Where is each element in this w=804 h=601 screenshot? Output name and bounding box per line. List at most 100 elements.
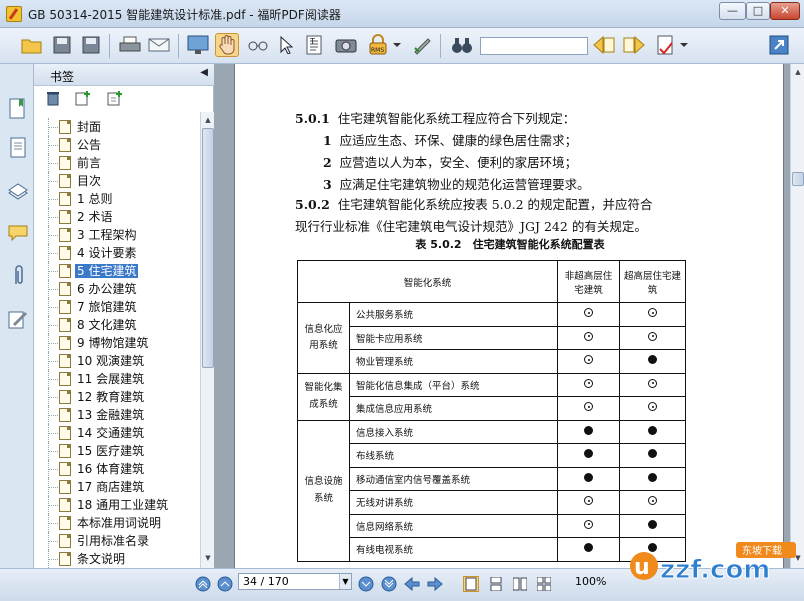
scroll-up-icon[interactable]: ▲ [792,66,804,78]
previous-page-icon[interactable] [217,576,233,592]
sign-pen-icon[interactable] [410,33,434,57]
bookmark-item[interactable]: 封面 [34,118,200,136]
bookmark-item[interactable]: 5 住宅建筑 [34,262,200,280]
document-scrollbar[interactable]: ▲ ▼ [790,64,804,568]
bookmark-label: 封面 [77,120,102,134]
panel-scrollbar[interactable]: ▲ ▼ [200,112,214,568]
bookmark-page-icon [59,174,71,188]
bookmark-item[interactable]: 2 术语 [34,208,200,226]
text-viewer-icon[interactable]: T [302,33,326,57]
email-icon[interactable] [147,33,171,57]
bookmark-item[interactable]: 14 交通建筑 [34,424,200,442]
bookmark-item[interactable]: 引用标准名录 [34,532,200,550]
chevron-down-icon[interactable] [679,33,689,57]
pointer-icon[interactable] [274,33,298,57]
add-child-bookmark-icon[interactable] [106,89,124,107]
scroll-thumb[interactable] [792,172,804,186]
search-input[interactable] [480,37,588,55]
bookmark-item[interactable]: 15 医疗建筑 [34,442,200,460]
bookmark-item[interactable]: 3 工程架构 [34,226,200,244]
bookmark-item[interactable]: 12 教育建筑 [34,388,200,406]
bookmarks-panel-icon[interactable] [8,98,28,120]
last-page-icon[interactable] [381,576,397,592]
collapse-panel-icon[interactable]: ◀ [200,67,208,78]
bookmark-page-icon [59,282,71,296]
close-button[interactable]: ✕ [770,2,800,20]
bookmark-page-icon [59,390,71,404]
search-options-icon[interactable] [654,33,678,57]
signatures-panel-icon[interactable] [8,308,28,330]
bookmark-page-icon [59,480,71,494]
single-page-view-icon[interactable] [463,576,479,592]
find-previous-icon[interactable] [592,33,616,57]
bookmark-label: 7 旅馆建筑 [77,300,137,314]
bookmark-item[interactable]: 9 博物馆建筑 [34,334,200,352]
binoculars-icon[interactable] [450,33,474,57]
bookmark-item[interactable]: 条文说明 [34,550,200,568]
scroll-down-icon[interactable]: ▼ [202,552,214,564]
bookmark-item[interactable]: 4 设计要素 [34,244,200,262]
bookmark-item[interactable]: 本标准用词说明 [34,514,200,532]
bookmark-item[interactable]: 16 体育建筑 [34,460,200,478]
select-text-icon[interactable] [246,33,270,57]
pages-panel-icon[interactable] [8,137,28,159]
bookmark-page-icon [59,354,71,368]
bookmark-label: 18 通用工业建筑 [77,498,169,512]
tree-line [48,415,58,416]
save-as-icon[interactable] [78,33,102,57]
print-icon[interactable] [118,33,142,57]
toolbar-separator [178,34,179,58]
table-row: 物业管理系统 [298,349,686,374]
tree-line [48,325,58,326]
tree-line [48,541,58,542]
scroll-up-icon[interactable]: ▲ [202,114,214,126]
comments-panel-icon[interactable] [8,222,28,244]
page-number-input[interactable]: 34 / 170 ▼ [238,573,352,590]
save-icon[interactable] [50,33,74,57]
bookmark-label: 11 会展建筑 [77,372,145,386]
tree-line [48,307,58,308]
scroll-thumb[interactable] [202,128,214,368]
maximize-button[interactable]: □ [746,2,770,20]
chevron-down-icon[interactable] [392,33,402,57]
delete-bookmark-icon[interactable] [44,89,62,107]
bookmark-item[interactable]: 18 通用工业建筑 [34,496,200,514]
first-page-icon[interactable] [195,576,211,592]
chevron-down-icon[interactable]: ▼ [339,574,351,589]
add-bookmark-icon[interactable] [74,89,92,107]
snapshot-camera-icon[interactable] [334,33,358,57]
hand-tool-icon[interactable] [215,33,239,57]
minimize-button[interactable]: — [719,2,746,20]
zoom-level[interactable]: 100% [575,575,606,588]
toolbar-separator [109,34,110,58]
facing-view-icon[interactable] [512,576,528,592]
bookmark-item[interactable]: 7 旅馆建筑 [34,298,200,316]
bookmark-item[interactable]: 公告 [34,136,200,154]
forward-arrow-icon[interactable] [427,576,443,592]
bookmark-item[interactable]: 10 观演建筑 [34,352,200,370]
bookmark-item[interactable]: 13 金融建筑 [34,406,200,424]
attachments-paperclip-icon[interactable] [8,264,28,286]
layers-panel-icon[interactable] [8,181,28,203]
bookmark-item[interactable]: 17 商店建筑 [34,478,200,496]
bookmark-item[interactable]: 1 总则 [34,190,200,208]
continuous-view-icon[interactable] [488,576,504,592]
bookmark-page-icon [59,300,71,314]
bookmark-item[interactable]: 6 办公建筑 [34,280,200,298]
expand-window-icon[interactable] [767,33,791,57]
bookmark-item[interactable]: 8 文化建筑 [34,316,200,334]
bookmark-item[interactable]: 目次 [34,172,200,190]
next-page-icon[interactable] [358,576,374,592]
find-next-icon[interactable] [622,33,646,57]
optional-dot-icon [584,496,593,506]
back-arrow-icon[interactable] [404,576,420,592]
open-folder-icon[interactable] [20,33,44,57]
tree-line [48,343,58,344]
fullscreen-monitor-icon[interactable] [186,33,210,57]
bookmark-item[interactable]: 11 会展建筑 [34,370,200,388]
rms-lock-icon[interactable]: RMS [366,33,390,57]
required-dot-icon [648,355,657,365]
continuous-facing-view-icon[interactable] [536,576,552,592]
svg-text:RMS: RMS [371,47,384,54]
bookmark-item[interactable]: 前言 [34,154,200,172]
